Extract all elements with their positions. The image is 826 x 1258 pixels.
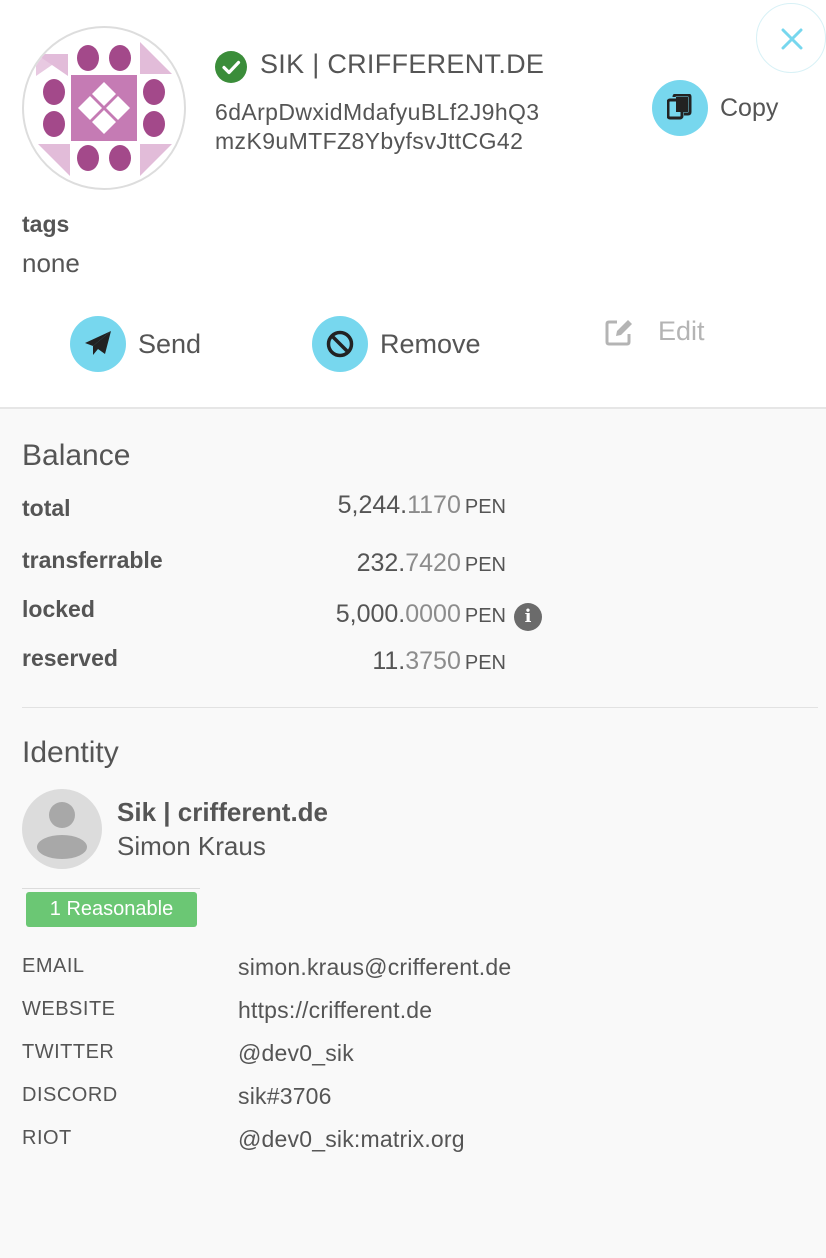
identity-field-label: TWITTER (22, 1041, 115, 1063)
info-icon[interactable]: i (514, 603, 542, 631)
identity-email[interactable]: simon.kraus@crifferent.de (238, 954, 511, 981)
amount-integer: 5,244. (337, 491, 408, 519)
identity-twitter[interactable]: @dev0_sik (238, 1040, 354, 1067)
identity-field-label: RIOT (22, 1127, 72, 1149)
account-identicon[interactable] (22, 26, 186, 190)
identity-riot[interactable]: @dev0_sik:matrix.org (238, 1126, 465, 1153)
balance-total-label: total (22, 495, 71, 521)
judgement-badge: 1 Reasonable (26, 892, 197, 927)
balance-locked-label: locked (22, 596, 95, 622)
identity-avatar (22, 789, 102, 869)
edit-label[interactable]: Edit (658, 316, 705, 347)
send-button[interactable]: Send (70, 316, 201, 372)
address-line-1: 6dArpDwxidMdafyuBLf2J9hQ3 (215, 99, 540, 125)
send-icon-circle[interactable] (70, 316, 126, 372)
amount-integer: 232. (356, 549, 406, 577)
balance-reserved-value: 11.3750 PEN (372, 647, 506, 676)
identity-field-label: DISCORD (22, 1084, 118, 1106)
identity-website[interactable]: https://crifferent.de (238, 997, 432, 1024)
copy-button[interactable]: Copy (652, 80, 778, 136)
copy-icon-circle[interactable] (652, 80, 708, 136)
tags-label: tags (22, 211, 70, 237)
balance-total-value: 5,244.1170 PEN (338, 491, 506, 520)
amount-unit: PEN (464, 496, 506, 518)
identity-display-name: Sik | crifferent.de (117, 797, 329, 827)
amount-integer: 5,000. (335, 600, 406, 628)
balance-title: Balance (22, 439, 131, 472)
account-name: SIK | CRIFFERENT.DE (260, 49, 545, 79)
remove-icon-circle[interactable] (312, 316, 368, 372)
tags-value: none (22, 248, 80, 278)
edit-icon (605, 319, 632, 345)
identity-field-label: EMAIL (22, 955, 85, 977)
balance-transferrable-label: transferrable (22, 547, 163, 573)
send-label[interactable]: Send (138, 329, 201, 360)
close-icon (781, 28, 803, 50)
balance-locked-value: 5,000.0000 PEN (336, 600, 506, 629)
edit-button[interactable]: Edit (604, 316, 705, 347)
paper-plane-icon (85, 331, 111, 355)
user-icon (37, 802, 87, 859)
judgement-divider (22, 888, 200, 889)
amount-fraction: 7420 (405, 549, 461, 577)
amount-integer: 11. (372, 647, 406, 675)
amount-unit: PEN (464, 554, 506, 576)
amount-fraction: 3750 (405, 647, 461, 675)
remove-label[interactable]: Remove (380, 329, 481, 360)
balance-transferrable-value: 232.7420 PEN (357, 549, 506, 578)
verified-check-icon (215, 51, 247, 83)
close-button[interactable] (756, 3, 826, 73)
ban-icon (326, 330, 354, 358)
remove-button[interactable]: Remove (312, 316, 481, 372)
balance-reserved-label: reserved (22, 645, 118, 671)
amount-unit: PEN (464, 652, 506, 674)
identity-legal-name: Simon Kraus (117, 831, 266, 861)
amount-unit: PEN (464, 605, 506, 627)
amount-fraction: 0000 (405, 600, 461, 628)
copy-icon (667, 94, 692, 120)
identity-title: Identity (22, 736, 119, 769)
copy-label[interactable]: Copy (720, 94, 778, 123)
amount-fraction: 1170 (407, 491, 461, 519)
identity-field-label: WEBSITE (22, 998, 116, 1020)
address-line-2: mzK9uMTFZ8YbyfsvJttCG42 (215, 128, 524, 154)
identity-discord[interactable]: sik#3706 (238, 1083, 332, 1110)
section-divider (22, 707, 818, 708)
account-address[interactable]: 6dArpDwxidMdafyuBLf2J9hQ3 mzK9uMTFZ8Ybyf… (215, 98, 540, 156)
